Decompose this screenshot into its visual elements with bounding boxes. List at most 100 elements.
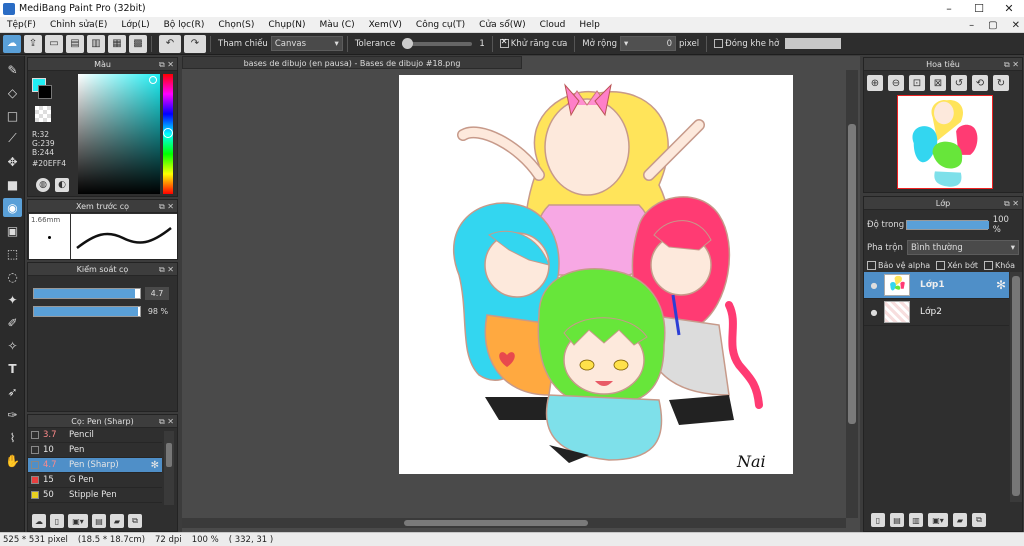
rotate-right-icon[interactable]: ↻ — [993, 75, 1009, 91]
menu-edit[interactable]: Chỉnh sửa(E) — [43, 20, 114, 30]
menu-view[interactable]: Xem(V) — [362, 20, 409, 30]
scroll-thumb[interactable] — [404, 520, 588, 526]
magic-wand-icon[interactable]: ✦ — [3, 290, 22, 309]
doc-minimize-button[interactable]: – — [969, 20, 974, 31]
menu-cloud[interactable]: Cloud — [533, 20, 573, 30]
reset-rotation-icon[interactable]: ⟲ — [972, 75, 988, 91]
brush-settings-icon[interactable]: ▤ — [92, 514, 106, 528]
background-color-swatch[interactable] — [38, 85, 52, 99]
layer-list-scrollbar[interactable] — [1010, 272, 1022, 502]
fit-window-icon[interactable]: ⊡ — [909, 75, 925, 91]
layer-folder-icon[interactable]: ▰ — [953, 513, 967, 527]
menu-color[interactable]: Màu (C) — [313, 20, 362, 30]
shape-tool-icon[interactable]: ■ — [3, 175, 22, 194]
duplicate-brush-icon[interactable]: ⧉ — [128, 514, 142, 528]
close-gap-slider[interactable] — [785, 38, 842, 49]
menu-help[interactable]: Help — [572, 20, 607, 30]
checkbox-icon[interactable] — [867, 261, 876, 270]
scroll-thumb[interactable] — [1012, 276, 1020, 496]
menu-window[interactable]: Cửa sổ(W) — [472, 20, 532, 30]
zoom-out-icon[interactable]: ⊖ — [888, 75, 904, 91]
brush-item-pen[interactable]: 10 Pen — [28, 443, 162, 458]
canvas-vertical-scrollbar[interactable] — [846, 70, 858, 518]
menu-snap[interactable]: Chụp(N) — [261, 20, 312, 30]
palette-icon[interactable]: ◐ — [55, 178, 69, 192]
duplicate-layer-icon[interactable]: ⧉ — [972, 513, 986, 527]
speech-icon[interactable]: ▤ — [66, 34, 84, 53]
divide-tool-icon[interactable]: ✑ — [3, 405, 22, 424]
share-icon[interactable]: ⇪ — [24, 34, 42, 53]
gear-icon[interactable]: ✻ — [996, 278, 1006, 292]
new-layer-icon[interactable]: ▯ — [871, 513, 885, 527]
brush-size-slider[interactable] — [33, 288, 141, 299]
visibility-icon[interactable]: ● — [864, 308, 884, 317]
navigator-thumbnail[interactable] — [897, 95, 993, 189]
reference-select[interactable]: Canvas ▾ — [270, 36, 343, 51]
doc-restore-button[interactable]: ▢ — [988, 20, 997, 31]
brush-opacity-value[interactable]: 98 % — [145, 305, 171, 318]
menu-file[interactable]: Tệp(F) — [0, 20, 43, 30]
gradient-tool-icon[interactable]: ▣ — [3, 221, 22, 240]
lock-checkbox[interactable]: Khóa — [983, 261, 1015, 270]
select-eraser-icon[interactable]: ✧ — [3, 336, 22, 355]
zoom-in-icon[interactable]: ⊕ — [867, 75, 883, 91]
add-layer-menu-icon[interactable]: ▣▾ — [928, 513, 948, 527]
actual-size-icon[interactable]: ⊠ — [930, 75, 946, 91]
layer-opacity-slider[interactable] — [905, 220, 989, 230]
transparent-color-swatch[interactable] — [35, 106, 51, 122]
visibility-icon[interactable]: ● — [864, 281, 884, 290]
eyedropper-icon[interactable]: ⌇ — [3, 428, 22, 447]
protect-alpha-checkbox[interactable]: Bảo vệ alpha — [867, 261, 930, 270]
slider-knob[interactable] — [402, 37, 414, 49]
undo-icon[interactable]: ↶ — [159, 34, 181, 53]
clipping-checkbox[interactable]: Xén bớt — [936, 261, 978, 270]
checkbox-icon[interactable] — [499, 37, 509, 48]
panel-controls-icon[interactable]: ⧉ ✕ — [159, 58, 174, 71]
redo-icon[interactable]: ↷ — [184, 34, 206, 53]
close-button[interactable]: ✕ — [994, 0, 1024, 17]
hand-tool-icon[interactable]: ✋ — [3, 451, 22, 470]
hue-slider[interactable] — [163, 74, 173, 194]
hue-cursor[interactable] — [163, 128, 173, 138]
brush-item-g-pen[interactable]: 15 G Pen — [28, 473, 162, 488]
page-icon[interactable]: ▥ — [87, 34, 105, 53]
cloud-icon[interactable]: ☁ — [3, 34, 21, 53]
menu-select[interactable]: Chọn(S) — [211, 20, 261, 30]
document-tab[interactable]: bases de dibujo (en pausa) - Bases de di… — [182, 56, 522, 69]
blend-mode-select[interactable]: Bình thường ▾ — [907, 240, 1019, 255]
grid-icon[interactable]: ▩ — [129, 34, 147, 53]
brush-folder-icon[interactable]: ▰ — [110, 514, 124, 528]
menu-layer[interactable]: Lớp(L) — [114, 20, 156, 30]
canvas-horizontal-scrollbar[interactable] — [182, 518, 846, 528]
rectangle-tool-icon[interactable]: □ — [3, 106, 22, 125]
brush-item-pencil[interactable]: 3.7 Pencil — [28, 428, 162, 443]
checkbox-icon[interactable] — [714, 38, 724, 48]
eraser-tool-icon[interactable]: ◇ — [3, 83, 22, 102]
lasso-tool-icon[interactable]: ◌ — [3, 267, 22, 286]
drawing-canvas[interactable]: Nai — [399, 75, 793, 474]
panel-controls-icon[interactable]: ⧉ ✕ — [159, 263, 174, 276]
antialias-checkbox[interactable]: Khử răng cưa — [499, 37, 567, 49]
select-pen-icon[interactable]: ✐ — [3, 313, 22, 332]
operation-tool-icon[interactable]: ➶ — [3, 382, 22, 401]
panel-controls-icon[interactable]: ⧉ ✕ — [1004, 58, 1019, 71]
new-brush-icon[interactable]: ▯ — [50, 514, 64, 528]
layer-item-1[interactable]: ● Lớp1 ✻ — [864, 272, 1009, 299]
comment-icon[interactable]: ▭ — [45, 34, 63, 53]
scroll-thumb[interactable] — [166, 443, 172, 467]
panel-controls-icon[interactable]: ⧉ ✕ — [159, 200, 174, 213]
panel-controls-icon[interactable]: ⧉ ✕ — [1004, 197, 1019, 210]
rotate-left-icon[interactable]: ↺ — [951, 75, 967, 91]
picker-cursor[interactable] — [149, 76, 157, 84]
move-tool-icon[interactable]: ✥ — [3, 152, 22, 171]
tone-icon[interactable]: ▦ — [108, 34, 126, 53]
checkbox-icon[interactable] — [936, 261, 946, 270]
brush-item-stipple-pen[interactable]: 50 Stipple Pen — [28, 488, 162, 503]
close-gap-checkbox[interactable]: Đóng khe hở — [714, 38, 779, 49]
scroll-thumb[interactable] — [848, 124, 856, 424]
cloud-brush-icon[interactable]: ☁ — [32, 514, 46, 528]
line-tool-icon[interactable]: ⟋ — [3, 129, 22, 148]
panel-controls-icon[interactable]: ⧉ ✕ — [159, 415, 174, 428]
brush-tool-icon[interactable]: ✎ — [3, 60, 22, 79]
tolerance-slider[interactable] — [402, 37, 473, 49]
